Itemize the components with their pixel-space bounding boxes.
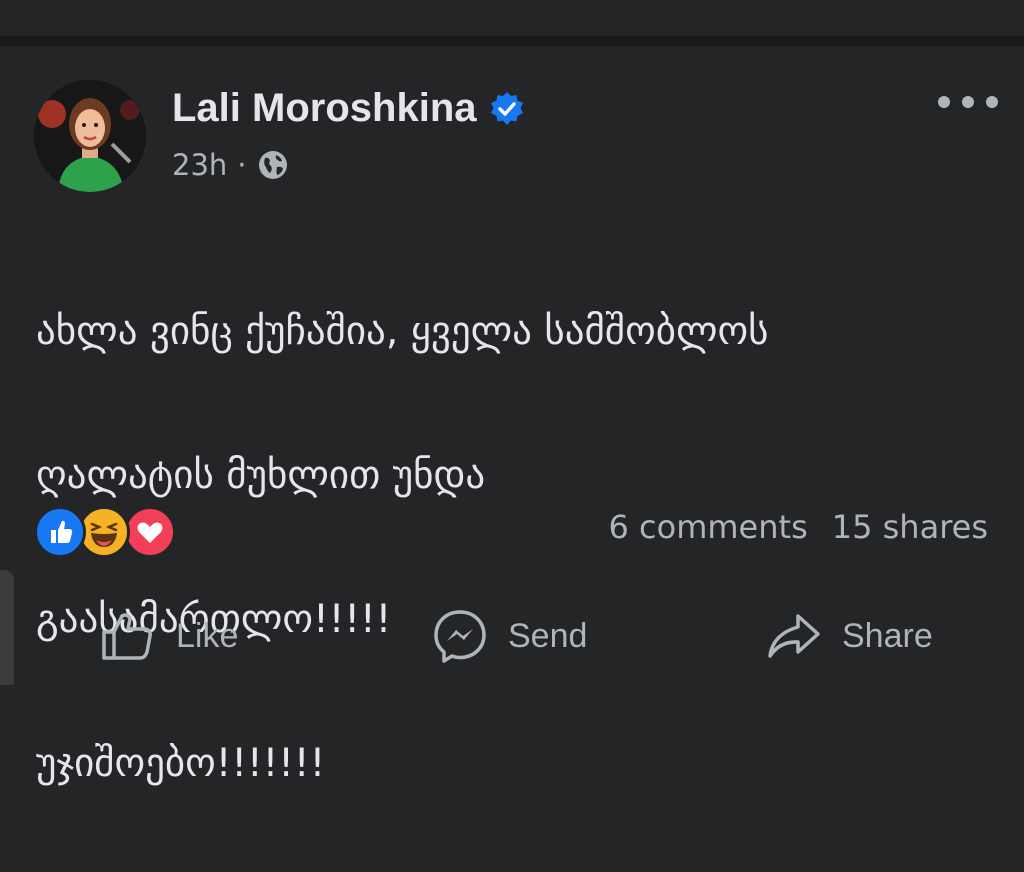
share-label: Share <box>842 616 933 655</box>
share-button[interactable]: Share <box>766 604 933 668</box>
comments-count[interactable]: 6 comments <box>609 508 808 546</box>
author-name[interactable]: Lali Moroshkina <box>172 86 477 131</box>
post-meta: 23h · <box>172 148 289 182</box>
top-strip <box>0 0 1024 36</box>
post-text-line: უჯიშოებო!!!!!!! <box>36 741 326 786</box>
more-dot <box>938 96 950 108</box>
love-reaction-icon <box>124 506 176 558</box>
like-button[interactable]: Like <box>100 604 238 668</box>
meta-separator: · <box>237 148 247 182</box>
more-dot <box>962 96 974 108</box>
send-label: Send <box>508 616 588 655</box>
post-text-line: ღალატის მუხლით უნდა <box>36 453 486 498</box>
reaction-summary[interactable] <box>34 506 176 558</box>
post-text: ახლა ვინც ქუჩაშია, ყველა სამშობლოს ღალატ… <box>36 224 996 872</box>
send-button[interactable]: Send <box>432 604 587 668</box>
author-row: Lali Moroshkina <box>172 86 525 131</box>
avatar[interactable] <box>34 80 146 192</box>
side-edge-handle <box>0 570 14 685</box>
shares-count[interactable]: 15 shares <box>832 508 988 546</box>
verified-badge-icon <box>489 91 525 127</box>
post-time[interactable]: 23h <box>172 148 227 182</box>
like-label: Like <box>176 616 239 655</box>
like-reaction-icon <box>34 506 86 558</box>
post-divider <box>0 36 1024 46</box>
more-options-icon[interactable] <box>938 88 998 116</box>
engagement-counts: 6 comments 15 shares <box>609 508 989 546</box>
share-arrow-icon <box>768 614 820 658</box>
like-icon <box>102 613 152 660</box>
post-text-line: ახლა ვინც ქუჩაშია, ყველა სამშობლოს <box>36 309 769 354</box>
messenger-icon <box>434 610 486 663</box>
globe-icon <box>257 149 289 181</box>
more-dot <box>986 96 998 108</box>
